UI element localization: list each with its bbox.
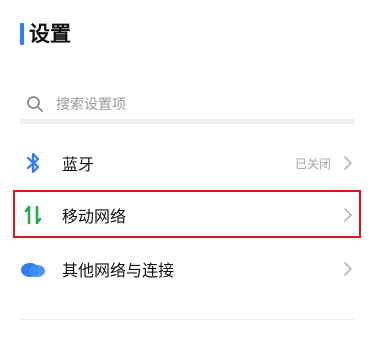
search-bar[interactable]: 搜索设置项 <box>20 88 355 124</box>
settings-page: 设置 搜索设置项 蓝牙 已关闭 移动网络 其他网络与连接 <box>0 0 374 340</box>
bluetooth-icon <box>20 150 46 176</box>
page-header: 设置 <box>20 20 71 48</box>
chevron-right-icon <box>343 156 353 170</box>
connections-icon <box>20 256 46 282</box>
settings-item-other-connections[interactable]: 其他网络与连接 <box>20 243 355 295</box>
settings-item-bluetooth[interactable]: 蓝牙 已关闭 <box>20 137 355 189</box>
selection-highlight-box <box>13 190 361 238</box>
title-accent-bar <box>20 23 24 45</box>
settings-item-label: 蓝牙 <box>62 155 95 174</box>
search-icon <box>26 95 44 113</box>
settings-item-label: 其他网络与连接 <box>62 261 175 280</box>
search-input[interactable]: 搜索设置项 <box>56 94 126 114</box>
chevron-right-icon <box>343 262 353 276</box>
divider <box>20 319 355 320</box>
status-value: 已关闭 <box>294 156 331 171</box>
page-title: 设置 <box>29 22 71 46</box>
